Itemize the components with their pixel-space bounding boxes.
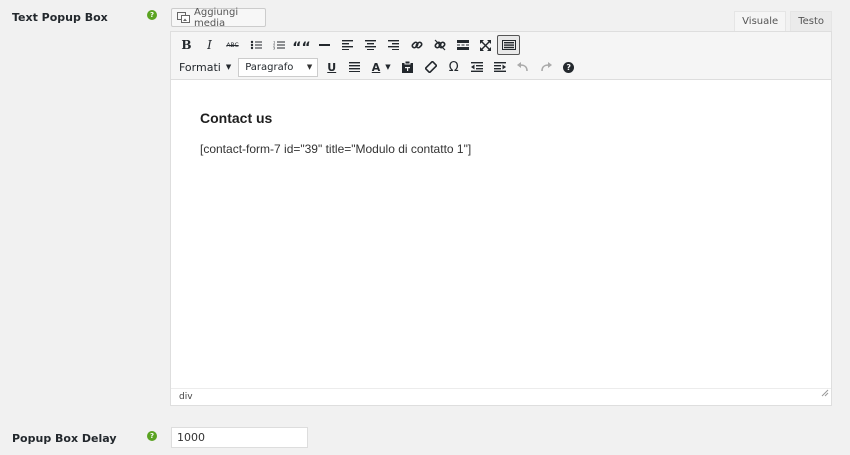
strikethrough-icon[interactable]: ABC [221,35,244,55]
formats-label: Formati [179,60,221,74]
editor-toolbar: B I ABC 123 ““ Formati ▼ Paragrafo ▼ U A… [171,32,831,80]
text-popup-box-label: Text Popup Box [12,11,108,24]
paste-text-icon[interactable] [396,57,419,77]
content-heading: Contact us [200,110,273,126]
help-icon[interactable]: ? [147,10,157,20]
special-character-icon[interactable]: Ω [442,57,465,77]
paragraph-select-value: Paragrafo [245,61,294,73]
formats-menu[interactable]: Formati ▼ [175,61,234,74]
outdent-icon[interactable] [465,57,488,77]
link-icon[interactable] [405,35,428,55]
content-shortcode: [contact-form-7 id="39" title="Modulo di… [200,142,472,156]
align-right-icon[interactable] [382,35,405,55]
rich-text-editor: B I ABC 123 ““ Formati ▼ Paragrafo ▼ U A… [170,31,832,406]
unlink-icon[interactable] [428,35,451,55]
justify-icon[interactable] [343,57,366,77]
italic-icon[interactable]: I [198,35,221,55]
align-left-icon[interactable] [336,35,359,55]
fullscreen-icon[interactable] [474,35,497,55]
popup-box-delay-label: Popup Box Delay [12,432,117,445]
blockquote-icon[interactable]: ““ [290,35,313,55]
horizontal-line-icon[interactable] [313,35,336,55]
media-icon [177,12,190,23]
bullet-list-icon[interactable] [244,35,267,55]
text-color-icon[interactable]: A ▼ [366,57,396,77]
numbered-list-icon[interactable]: 123 [267,35,290,55]
bold-icon[interactable]: B [175,35,198,55]
add-media-label: Aggiungi media [194,6,239,29]
help-icon[interactable]: ? [147,431,157,441]
undo-icon[interactable] [511,57,534,77]
redo-icon[interactable] [534,57,557,77]
paragraph-select[interactable]: Paragrafo ▼ [238,57,319,77]
tab-text[interactable]: Testo [790,11,832,32]
editor-tabs: Visuale Testo [734,11,832,32]
toolbar-row-2: Formati ▼ Paragrafo ▼ U A ▼ Ω ? [175,57,580,77]
element-path[interactable]: div [179,392,193,402]
toolbar-toggle-icon[interactable] [497,35,520,55]
add-media-button[interactable]: Aggiungi media [171,6,266,29]
resize-handle-icon[interactable] [821,387,829,403]
underline-icon[interactable]: U [320,57,343,77]
indent-icon[interactable] [488,57,511,77]
read-more-icon[interactable] [451,35,474,55]
editor-status-bar: div [171,388,831,405]
keyboard-shortcuts-help-icon[interactable]: ? [557,57,580,77]
toolbar-row-1: B I ABC 123 ““ [175,35,520,55]
popup-delay-input[interactable] [171,427,308,448]
editor-content[interactable]: Contact us [contact-form-7 id="39" title… [200,110,471,156]
chevron-down-icon: ▼ [385,63,391,71]
chevron-down-icon: ▼ [306,62,313,71]
align-center-icon[interactable] [359,35,382,55]
svg-text:3: 3 [273,47,275,51]
clear-formatting-icon[interactable] [419,57,442,77]
tab-visual[interactable]: Visuale [734,11,787,32]
chevron-down-icon: ▼ [225,63,232,71]
